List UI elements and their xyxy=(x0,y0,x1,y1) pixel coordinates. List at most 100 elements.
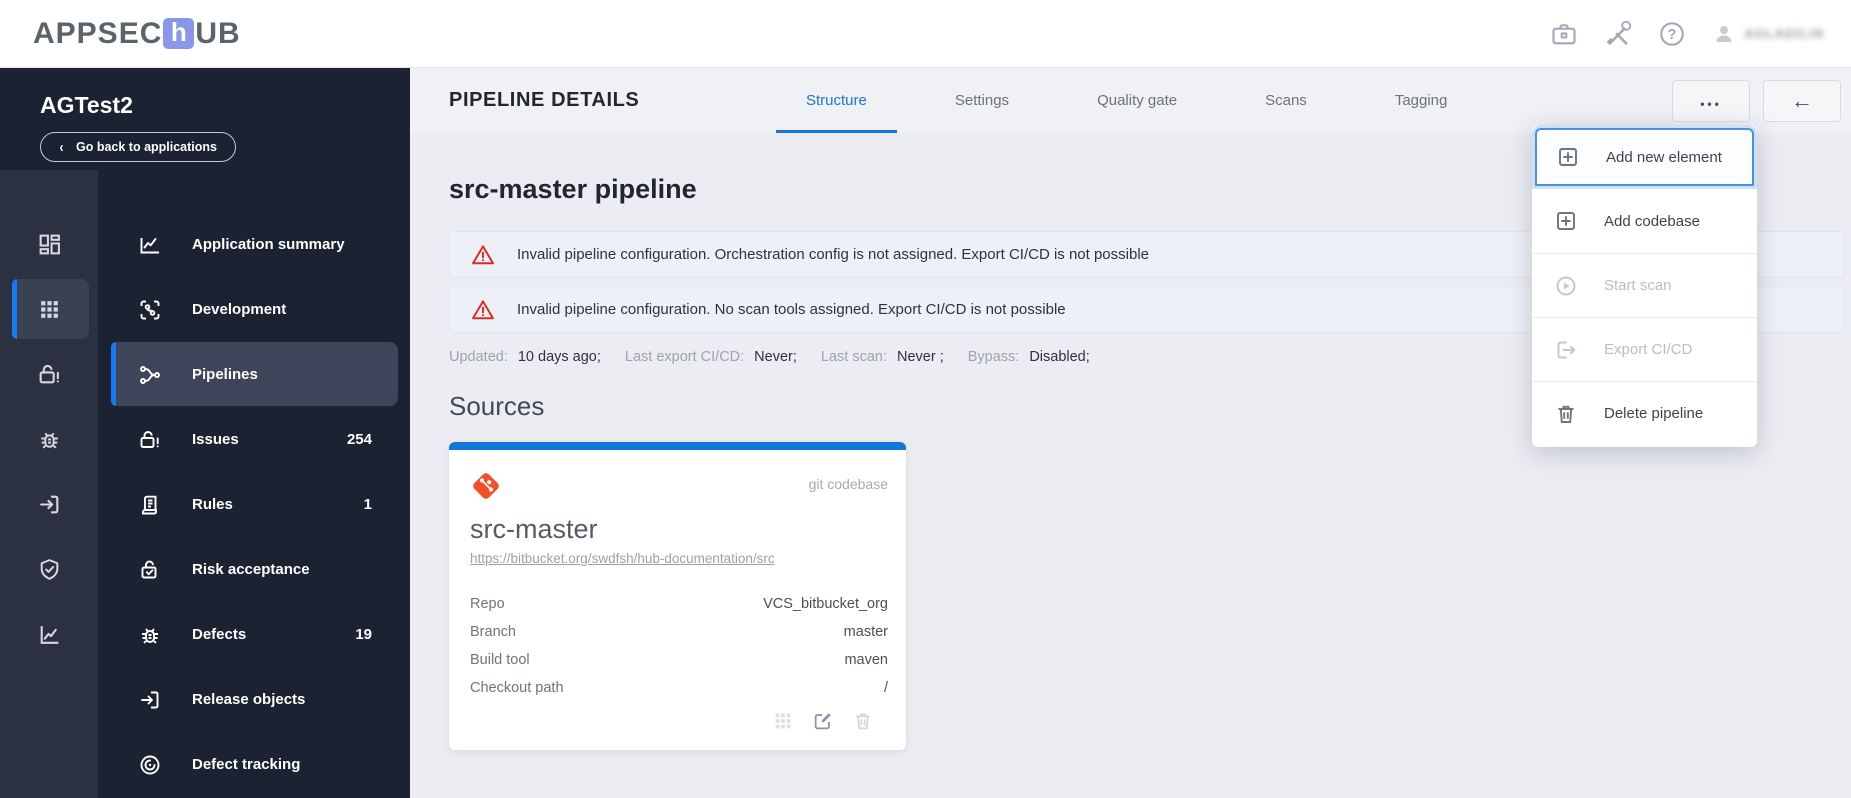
rail-item-issues[interactable] xyxy=(0,342,98,407)
tab-bar: Structure Settings Quality gate Scans Ta… xyxy=(762,68,1491,133)
sidebar-item-application-summary[interactable]: Application summary xyxy=(98,212,410,277)
warning-text: Invalid pipeline configuration. Orchestr… xyxy=(517,246,1149,263)
chevron-left-icon: ‹ xyxy=(59,138,64,156)
bug-icon xyxy=(40,432,58,449)
logo-text-post: UB xyxy=(195,16,241,50)
menu-item-delete-pipeline[interactable]: Delete pipeline xyxy=(1532,381,1757,445)
username-redacted: AGLADILIN xyxy=(1744,26,1824,41)
tab-structure[interactable]: Structure xyxy=(776,68,897,133)
sidebar-item-issues[interactable]: Issues 254 xyxy=(98,407,410,472)
sidebar: AGTest2 ‹ Go back to applications Applic… xyxy=(0,68,410,798)
codebase-type-label: git codebase xyxy=(808,476,888,492)
field-value: master xyxy=(843,624,888,640)
menu-item-export-cicd[interactable]: Export CI/CD xyxy=(1532,317,1757,381)
delete-icon[interactable] xyxy=(852,710,874,732)
more-actions-button[interactable]: ••• xyxy=(1672,79,1750,122)
tab-tagging[interactable]: Tagging xyxy=(1365,68,1478,133)
field-label: Repo xyxy=(470,596,505,612)
defects-count-badge: 19 xyxy=(355,626,372,643)
warning-text: Invalid pipeline configuration. No scan … xyxy=(517,301,1066,318)
export-icon xyxy=(1557,341,1576,358)
tab-quality-gate[interactable]: Quality gate xyxy=(1067,68,1207,133)
top-bar: APPSEC h UB ? AGLADILIN xyxy=(0,0,1851,68)
topbar-actions: ? AGLADILIN xyxy=(1550,20,1824,48)
help-icon[interactable]: ? xyxy=(1658,20,1686,48)
pipelines-icon xyxy=(140,365,160,384)
pipeline-details-header: PIPELINE DETAILS Structure Settings Qual… xyxy=(410,68,1851,133)
shield-check-icon xyxy=(40,559,58,580)
back-arrow-button[interactable]: ← xyxy=(1763,79,1841,122)
sidebar-item-defects[interactable]: Defects 19 xyxy=(98,602,410,667)
sidebar-item-pipelines[interactable]: Pipelines xyxy=(98,342,410,407)
apps-grid-icon xyxy=(40,301,58,318)
rail-item-release[interactable] xyxy=(0,472,98,537)
field-row: Build tool maven xyxy=(470,646,888,674)
codebase-name: src-master xyxy=(470,514,598,544)
sidebar-item-development[interactable]: Development xyxy=(98,277,410,342)
menu-item-start-scan[interactable]: Start scan xyxy=(1532,253,1757,317)
lock-check-icon xyxy=(141,560,157,578)
field-row: Repo VCS_bitbucket_org xyxy=(470,590,888,618)
rail-item-applications[interactable] xyxy=(0,277,98,342)
rail-item-dashboard[interactable] xyxy=(0,212,98,277)
menu-label: Defect tracking xyxy=(192,756,301,773)
menu-item-label: Delete pipeline xyxy=(1604,405,1704,422)
sidebar-item-release-objects[interactable]: Release objects xyxy=(98,667,410,732)
codebase-card: git codebase src-master https://bitbucke… xyxy=(449,442,906,750)
menu-label: Rules xyxy=(192,496,233,513)
defect-tracking-icon xyxy=(140,755,160,774)
menu-label: Issues xyxy=(192,431,239,448)
bug-icon xyxy=(142,627,158,644)
codebase-fields: Repo VCS_bitbucket_org Branch master Bui… xyxy=(470,590,888,702)
pipeline-actions-menu: Add new element Add codebase Start scan … xyxy=(1532,125,1757,447)
menu-label: Defects xyxy=(192,626,247,643)
tab-scans[interactable]: Scans xyxy=(1235,68,1337,133)
briefcase-icon[interactable] xyxy=(1550,20,1578,48)
sidebar-item-risk-acceptance[interactable]: Risk acceptance xyxy=(98,537,410,602)
sidebar-item-defect-tracking[interactable]: Defect tracking xyxy=(98,732,410,797)
menu-label: Development xyxy=(192,301,287,318)
drag-grid-icon[interactable] xyxy=(772,710,794,732)
menu-item-label: Add new element xyxy=(1606,148,1722,166)
tools-icon[interactable] xyxy=(1604,20,1632,48)
go-back-label: Go back to applications xyxy=(76,140,217,154)
rail-item-reports[interactable] xyxy=(0,602,98,667)
field-row: Branch master xyxy=(470,618,888,646)
menu-label: Release objects xyxy=(192,691,306,708)
sidebar-item-rules[interactable]: Rules 1 xyxy=(98,472,410,537)
plus-square-icon xyxy=(1559,148,1577,166)
release-objects-icon xyxy=(141,691,159,708)
go-back-to-applications-button[interactable]: ‹ Go back to applications xyxy=(40,132,236,162)
meta-label: Bypass: xyxy=(967,349,1020,365)
trash-icon xyxy=(1558,405,1574,423)
sidebar-menu: Application summary Development Pipeline… xyxy=(98,170,410,798)
edit-icon[interactable] xyxy=(812,710,834,732)
dashboard-icon xyxy=(39,234,60,255)
menu-item-add-codebase[interactable]: Add codebase xyxy=(1532,189,1757,253)
warning-triangle-icon xyxy=(472,244,494,264)
meta-label: Updated: xyxy=(449,349,508,365)
meta-label: Last scan: xyxy=(820,349,887,365)
plus-square-icon xyxy=(1557,212,1575,230)
rail-item-security[interactable] xyxy=(0,537,98,602)
meta-value: Never ; xyxy=(896,349,944,365)
icon-rail xyxy=(0,170,98,798)
field-row: Checkout path / xyxy=(470,674,888,702)
codebase-url-link[interactable]: https://bitbucket.org/swdfsh/hub-documen… xyxy=(470,551,775,566)
git-icon xyxy=(473,473,499,499)
menu-label: Risk acceptance xyxy=(192,561,310,578)
rules-icon xyxy=(142,495,157,514)
unlock-alert-icon xyxy=(140,430,159,448)
line-chart-icon xyxy=(140,237,159,253)
field-value: maven xyxy=(844,652,888,668)
user-menu[interactable]: AGLADILIN xyxy=(1712,22,1824,46)
tab-settings[interactable]: Settings xyxy=(925,68,1039,133)
meta-value: 10 days ago; xyxy=(517,349,601,365)
card-accent-bar xyxy=(449,442,906,450)
meta-label: Last export CI/CD: xyxy=(624,349,745,365)
unlock-alert-icon xyxy=(39,364,59,384)
rail-item-defects[interactable] xyxy=(0,407,98,472)
field-label: Checkout path xyxy=(470,680,564,696)
menu-item-add-new-element[interactable]: Add new element xyxy=(1535,128,1754,186)
svg-text:?: ? xyxy=(1668,27,1677,43)
